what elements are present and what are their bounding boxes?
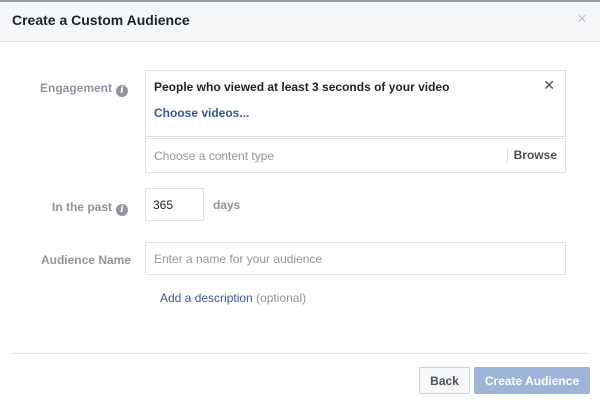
create-audience-button[interactable]: Create Audience bbox=[474, 367, 590, 394]
back-button[interactable]: Back bbox=[419, 367, 470, 394]
close-icon[interactable]: × bbox=[574, 10, 590, 27]
dialog-title: Create a Custom Audience bbox=[12, 12, 190, 28]
engagement-label-row: Engagement i bbox=[20, 81, 128, 97]
engagement-label: Engagement bbox=[39, 81, 112, 95]
choose-videos-link[interactable]: Choose videos... bbox=[154, 106, 249, 120]
add-description-row: Add a description (optional) bbox=[160, 291, 306, 305]
remove-engagement-icon[interactable]: ✕ bbox=[543, 77, 555, 93]
add-description-link[interactable]: Add a description bbox=[160, 291, 253, 305]
engagement-info-icon[interactable]: i bbox=[116, 85, 128, 97]
in-the-past-label: In the past bbox=[51, 200, 112, 214]
retention-days-input[interactable] bbox=[145, 188, 204, 221]
content-type-picker: Browse bbox=[145, 138, 566, 173]
description-optional-note: (optional) bbox=[256, 291, 307, 305]
create-custom-audience-dialog: Create a Custom Audience × Engagement i P… bbox=[0, 2, 600, 407]
days-unit-label: days bbox=[213, 198, 241, 212]
footer-divider bbox=[10, 353, 590, 354]
dialog-header: Create a Custom Audience × bbox=[0, 2, 600, 42]
engagement-selection-box: People who viewed at least 3 seconds of … bbox=[145, 70, 566, 137]
browse-divider bbox=[507, 148, 508, 163]
content-type-input[interactable] bbox=[146, 139, 506, 172]
in-the-past-label-row: In the past i bbox=[20, 200, 128, 216]
in-the-past-info-icon[interactable]: i bbox=[116, 204, 128, 216]
engagement-selected-title: People who viewed at least 3 seconds of … bbox=[154, 80, 450, 94]
audience-name-input[interactable] bbox=[145, 242, 566, 275]
browse-button[interactable]: Browse bbox=[514, 148, 557, 162]
audience-name-label: Audience Name bbox=[40, 253, 131, 267]
